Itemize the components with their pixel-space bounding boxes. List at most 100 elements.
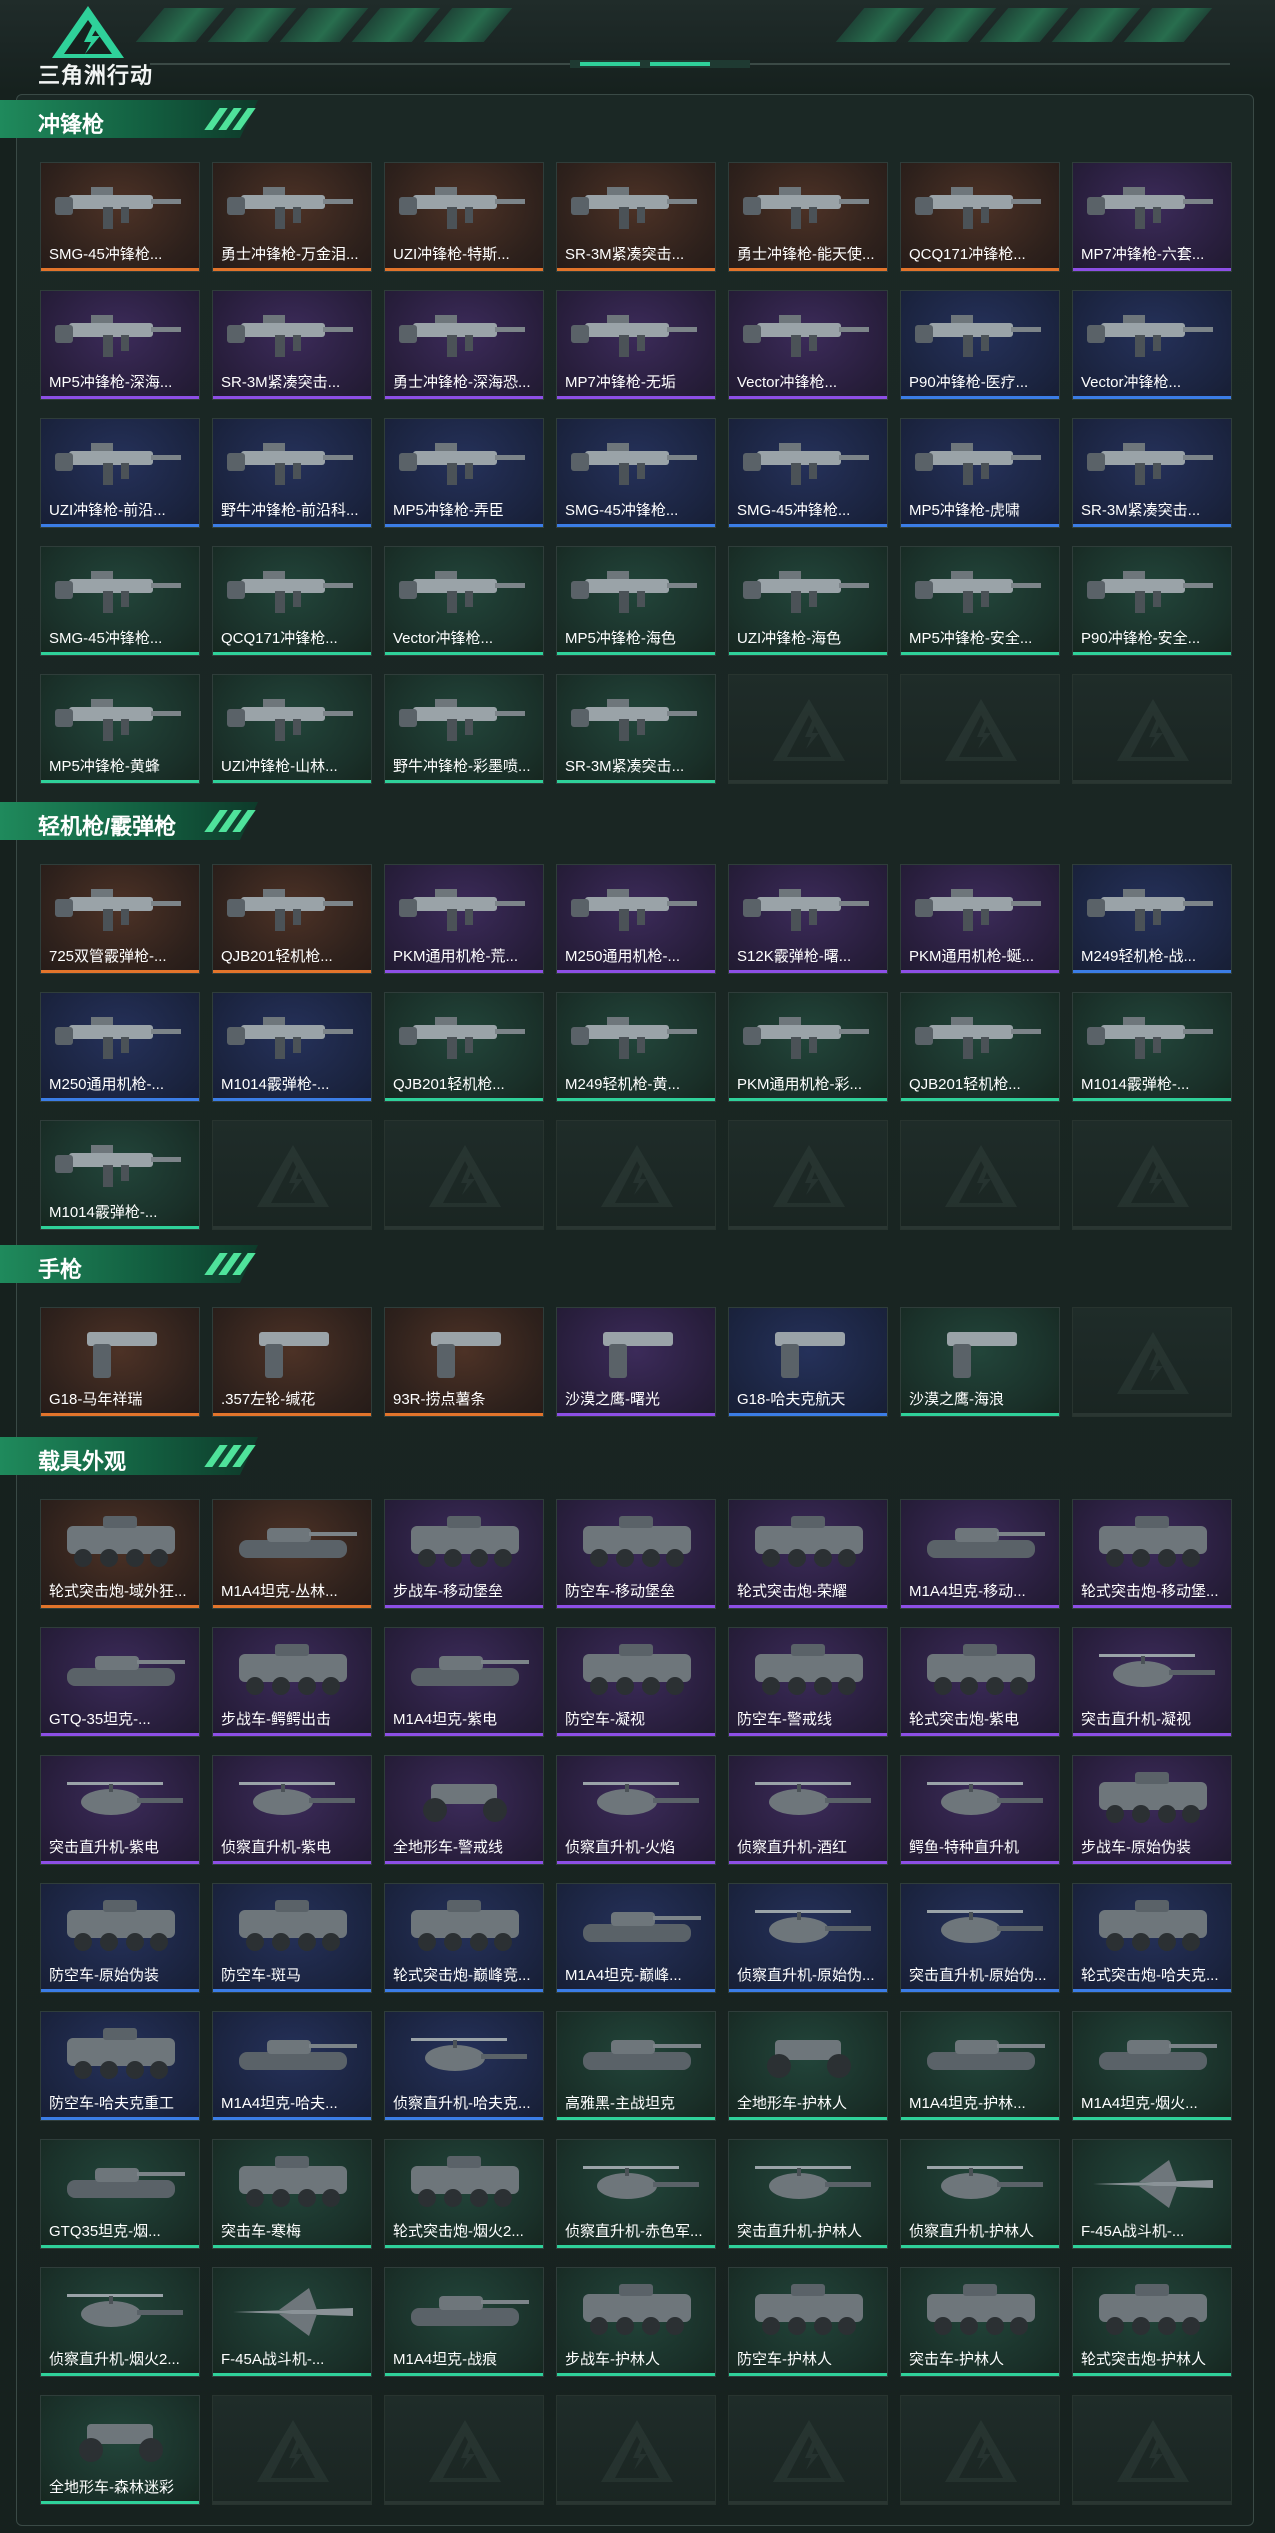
item-card[interactable]: 全地形车-森林迷彩 <box>40 2395 200 2505</box>
item-card[interactable]: M1A4坦克-移动... <box>900 1499 1060 1609</box>
item-card[interactable]: PKM通用机枪-蜒... <box>900 864 1060 974</box>
item-card[interactable]: 防空车-哈夫克重工 <box>40 2011 200 2121</box>
item-card[interactable]: 轮式突击炮-荣耀 <box>728 1499 888 1609</box>
item-card[interactable]: SMG-45冲锋枪... <box>728 418 888 528</box>
item-card[interactable]: SR-3M紧凑突击... <box>556 674 716 784</box>
item-card[interactable]: F-45A战斗机-... <box>212 2267 372 2377</box>
item-card[interactable]: M250通用机枪-... <box>40 992 200 1102</box>
item-card[interactable]: MP5冲锋枪-黄蜂 <box>40 674 200 784</box>
item-card[interactable]: M250通用机枪-... <box>556 864 716 974</box>
item-card[interactable]: 沙漠之鹰-海浪 <box>900 1307 1060 1417</box>
item-card[interactable]: 725双管霰弹枪-... <box>40 864 200 974</box>
item-card[interactable]: QJB201轻机枪... <box>212 864 372 974</box>
item-card[interactable]: Vector冲锋枪... <box>384 546 544 656</box>
item-card[interactable]: Vector冲锋枪... <box>1072 290 1232 400</box>
item-card[interactable]: 沙漠之鹰-曙光 <box>556 1307 716 1417</box>
item-card[interactable]: QJB201轻机枪... <box>384 992 544 1102</box>
item-card[interactable]: MP7冲锋枪-无垢 <box>556 290 716 400</box>
item-card[interactable]: M1A4坦克-烟火... <box>1072 2011 1232 2121</box>
item-card[interactable]: 突击直升机-紫电 <box>40 1755 200 1865</box>
item-card[interactable]: 轮式突击炮-域外狂... <box>40 1499 200 1609</box>
item-card[interactable]: 轮式突击炮-哈夫克... <box>1072 1883 1232 1993</box>
item-card[interactable]: M1A4坦克-紫电 <box>384 1627 544 1737</box>
item-card[interactable]: GTQ-35坦克-... <box>40 1627 200 1737</box>
item-card[interactable]: SR-3M紧凑突击... <box>1072 418 1232 528</box>
item-card[interactable]: UZI冲锋枪-前沿... <box>40 418 200 528</box>
item-card[interactable]: 轮式突击炮-护林人 <box>1072 2267 1232 2377</box>
item-card[interactable]: P90冲锋枪-医疗... <box>900 290 1060 400</box>
item-card[interactable]: 轮式突击炮-紫电 <box>900 1627 1060 1737</box>
item-card[interactable]: 侦察直升机-烟火2... <box>40 2267 200 2377</box>
item-card[interactable]: 勇士冲锋枪-深海恐... <box>384 290 544 400</box>
item-card[interactable]: 步战车-护林人 <box>556 2267 716 2377</box>
item-card[interactable]: QJB201轻机枪... <box>900 992 1060 1102</box>
item-card[interactable]: M1A4坦克-哈夫... <box>212 2011 372 2121</box>
item-card[interactable]: 防空车-斑马 <box>212 1883 372 1993</box>
item-card[interactable]: 防空车-警戒线 <box>728 1627 888 1737</box>
item-card[interactable]: M1A4坦克-巅峰... <box>556 1883 716 1993</box>
item-card[interactable]: 侦察直升机-紫电 <box>212 1755 372 1865</box>
item-card[interactable]: M249轻机枪-黄... <box>556 992 716 1102</box>
item-card[interactable]: 轮式突击炮-移动堡... <box>1072 1499 1232 1609</box>
item-card[interactable]: UZI冲锋枪-山林... <box>212 674 372 784</box>
item-card[interactable]: 勇士冲锋枪-能天使... <box>728 162 888 272</box>
item-card[interactable]: MP5冲锋枪-深海... <box>40 290 200 400</box>
item-card[interactable]: 侦察直升机-赤色军... <box>556 2139 716 2249</box>
item-card[interactable]: SR-3M紧凑突击... <box>212 290 372 400</box>
item-card[interactable]: MP5冲锋枪-安全... <box>900 546 1060 656</box>
item-card[interactable]: MP5冲锋枪-弄臣 <box>384 418 544 528</box>
item-card[interactable]: 鳄鱼-特种直升机 <box>900 1755 1060 1865</box>
item-card[interactable]: 高雅黑-主战坦克 <box>556 2011 716 2121</box>
item-card[interactable]: 突击直升机-原始伪... <box>900 1883 1060 1993</box>
item-card[interactable]: 防空车-移动堡垒 <box>556 1499 716 1609</box>
item-card[interactable]: G18-马年祥瑞 <box>40 1307 200 1417</box>
item-card[interactable]: MP7冲锋枪-六套... <box>1072 162 1232 272</box>
item-card[interactable]: 侦察直升机-哈夫克... <box>384 2011 544 2121</box>
item-card[interactable]: 防空车-凝视 <box>556 1627 716 1737</box>
item-card[interactable]: 野牛冲锋枪-前沿科... <box>212 418 372 528</box>
item-card[interactable]: 全地形车-护林人 <box>728 2011 888 2121</box>
item-card[interactable]: MP5冲锋枪-海色 <box>556 546 716 656</box>
item-card[interactable]: M1A4坦克-护林... <box>900 2011 1060 2121</box>
item-card[interactable]: 突击直升机-护林人 <box>728 2139 888 2249</box>
item-card[interactable]: 突击车-护林人 <box>900 2267 1060 2377</box>
item-card[interactable]: F-45A战斗机-... <box>1072 2139 1232 2249</box>
item-card[interactable]: M1014霰弹枪-... <box>1072 992 1232 1102</box>
item-card[interactable]: MP5冲锋枪-虎啸 <box>900 418 1060 528</box>
item-card[interactable]: G18-哈夫克航天 <box>728 1307 888 1417</box>
item-card[interactable]: 步战车-移动堡垒 <box>384 1499 544 1609</box>
item-card[interactable]: 野牛冲锋枪-彩墨喷... <box>384 674 544 784</box>
item-card[interactable]: 勇士冲锋枪-万金泪... <box>212 162 372 272</box>
item-card[interactable]: M249轻机枪-战... <box>1072 864 1232 974</box>
item-card[interactable]: P90冲锋枪-安全... <box>1072 546 1232 656</box>
item-card[interactable]: 步战车-原始伪装 <box>1072 1755 1232 1865</box>
item-card[interactable]: M1A4坦克-丛林... <box>212 1499 372 1609</box>
item-card[interactable]: 突击直升机-凝视 <box>1072 1627 1232 1737</box>
item-card[interactable]: QCQ171冲锋枪... <box>212 546 372 656</box>
item-card[interactable]: SR-3M紧凑突击... <box>556 162 716 272</box>
item-card[interactable]: 侦察直升机-护林人 <box>900 2139 1060 2249</box>
item-card[interactable]: 全地形车-警戒线 <box>384 1755 544 1865</box>
item-card[interactable]: M1014霰弹枪-... <box>40 1120 200 1230</box>
item-card[interactable]: SMG-45冲锋枪... <box>40 546 200 656</box>
item-card[interactable]: M1A4坦克-战痕 <box>384 2267 544 2377</box>
item-card[interactable]: 防空车-原始伪装 <box>40 1883 200 1993</box>
item-card[interactable]: 侦察直升机-酒红 <box>728 1755 888 1865</box>
item-card[interactable]: QCQ171冲锋枪... <box>900 162 1060 272</box>
item-card[interactable]: GTQ35坦克-烟... <box>40 2139 200 2249</box>
item-card[interactable]: UZI冲锋枪-特斯... <box>384 162 544 272</box>
item-card[interactable]: 侦察直升机-火焰 <box>556 1755 716 1865</box>
item-card[interactable]: 防空车-护林人 <box>728 2267 888 2377</box>
item-card[interactable]: UZI冲锋枪-海色 <box>728 546 888 656</box>
item-card[interactable]: 轮式突击炮-巅峰竞... <box>384 1883 544 1993</box>
item-card[interactable]: 轮式突击炮-烟火2... <box>384 2139 544 2249</box>
item-card[interactable]: 突击车-寒梅 <box>212 2139 372 2249</box>
item-card[interactable]: SMG-45冲锋枪... <box>40 162 200 272</box>
item-card[interactable]: S12K霰弹枪-曙... <box>728 864 888 974</box>
item-card[interactable]: PKM通用机枪-荒... <box>384 864 544 974</box>
item-card[interactable]: PKM通用机枪-彩... <box>728 992 888 1102</box>
item-card[interactable]: 步战车-鳄鳄出击 <box>212 1627 372 1737</box>
item-card[interactable]: .357左轮-缄花 <box>212 1307 372 1417</box>
item-card[interactable]: Vector冲锋枪... <box>728 290 888 400</box>
item-card[interactable]: SMG-45冲锋枪... <box>556 418 716 528</box>
